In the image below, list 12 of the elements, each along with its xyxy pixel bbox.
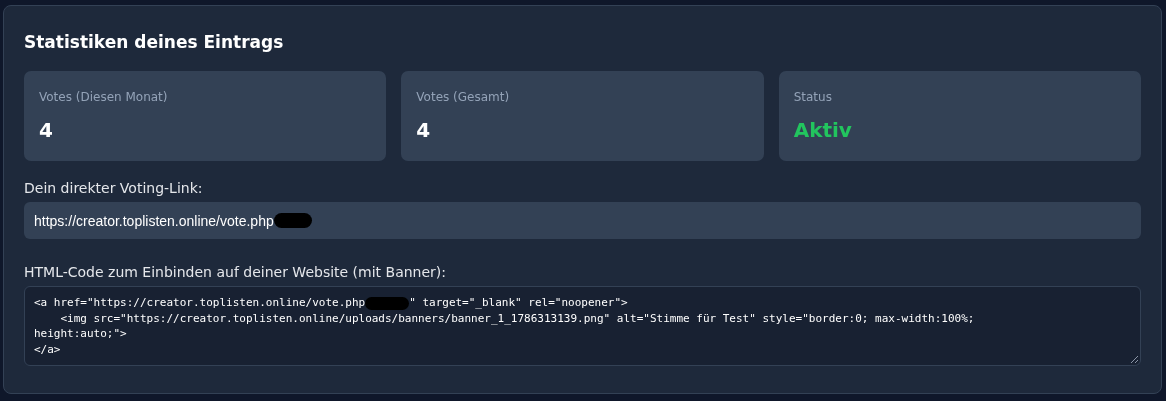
embed-code-field[interactable]: <a href="https://creator.toplisten.online/vote.php " target="_blank" rel="noopener"> <img src="https://creator.toplisten.online/uploads/banners/banner_1_1786313139.png" alt="Stimme für Test" style="border:0; max-width:100%; height:auto;"> </a> <box>24 286 1141 366</box>
voting-link-field[interactable]: https://creator.toplisten.online/vote.php <box>24 202 1141 239</box>
status-value: Aktiv <box>793 117 853 143</box>
resize-handle-icon[interactable] <box>1131 356 1138 363</box>
section-title: Statistiken deines Eintrags <box>24 31 285 54</box>
field-label: Dein direkter Voting-Link: <box>24 179 204 198</box>
stat-value: 4 <box>39 117 54 143</box>
stat-label: Votes (Diesen Monat) <box>39 89 169 105</box>
field-label: HTML-Code zum Einbinden auf deiner Website (mit Banner): <box>24 263 448 282</box>
stat-label: Votes (Gesamt) <box>416 89 511 105</box>
stat-label: Status <box>793 89 833 105</box>
stat-value: 4 <box>416 117 432 143</box>
